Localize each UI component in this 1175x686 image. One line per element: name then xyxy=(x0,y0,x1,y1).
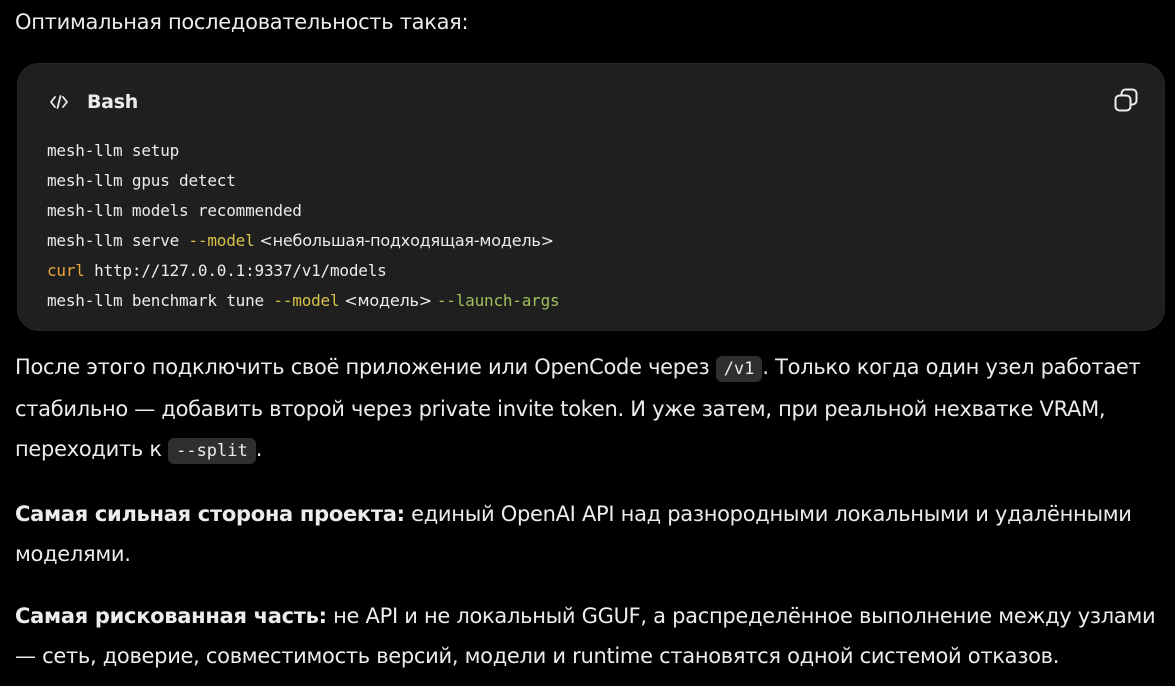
code-token: mesh-llm serve xyxy=(47,231,189,250)
code-line: mesh-llm benchmark tune --model <модель>… xyxy=(47,286,560,316)
code-block: Bash mesh-llm setup mesh-llm gpus detect m… xyxy=(17,63,1165,331)
code-line: mesh-llm serve --model <небольшая-подход… xyxy=(47,226,559,256)
inline-code-v1: /v1 xyxy=(715,356,763,382)
code-line: mesh-llm gpus detect xyxy=(47,166,559,196)
code-token: mesh-llm benchmark tune xyxy=(47,291,274,310)
text-span: не API и не локальный GGUF, а распределё… xyxy=(326,604,1156,628)
copy-button[interactable] xyxy=(1112,86,1140,114)
paragraph-line: Самая рискованная часть: не API и не лок… xyxy=(15,596,1173,636)
text-span: После этого подключить своё приложение и… xyxy=(15,355,716,379)
code-token-orange: curl xyxy=(47,261,85,280)
code-header: Bash xyxy=(48,87,138,117)
paragraph-risk: Самая рискованная часть: не API и не лок… xyxy=(15,596,1173,676)
code-token: <модель> xyxy=(339,291,437,310)
text-span: . xyxy=(255,437,263,461)
paragraph-strength: Самая сильная сторона проекта: единый Op… xyxy=(15,494,1173,574)
intro-text: Оптимальная последовательность такая: xyxy=(15,10,469,34)
text-span: переходить к xyxy=(15,437,169,461)
text-span: . Только когда один узел работает xyxy=(762,355,1141,379)
code-icon xyxy=(48,91,70,113)
code-token-yellow: --model xyxy=(188,231,255,250)
paragraph-line: — сеть, доверие, совместимость версий, м… xyxy=(15,644,1060,668)
code-line: mesh-llm models recommended xyxy=(47,196,559,226)
text-span: единый OpenAI API над разнородными локал… xyxy=(404,502,1132,526)
code-token: <небольшая-подходящая-модель> xyxy=(254,231,554,250)
code-token: http://127.0.0.1:9337/v1/models xyxy=(84,261,387,280)
code-token: mesh-llm models recommended xyxy=(47,201,302,220)
inline-code-split: --split xyxy=(168,438,256,464)
risk-label: Самая рискованная часть: xyxy=(15,604,327,628)
code-token-yellow: --model xyxy=(273,291,340,310)
paragraph-line: После этого подключить своё приложение и… xyxy=(15,347,1173,389)
code-line: curl http://127.0.0.1:9337/v1/models xyxy=(47,256,559,286)
code-line: mesh-llm setup xyxy=(47,136,559,166)
paragraph-line: Самая сильная сторона проекта: единый Op… xyxy=(15,494,1173,534)
copy-icon xyxy=(1113,87,1139,113)
code-token-green: --launch-args xyxy=(436,291,560,310)
code-language-label: Bash xyxy=(87,91,138,113)
code-token: mesh-llm gpus detect xyxy=(47,171,236,190)
paragraph-line: стабильно — добавить второй через privat… xyxy=(15,397,1106,421)
paragraph-line: переходить к --split. xyxy=(15,429,1173,471)
paragraph-line: моделями. xyxy=(15,542,131,566)
strength-label: Самая сильная сторона проекта: xyxy=(15,502,405,526)
code-content: mesh-llm setup mesh-llm gpus detect mesh-l… xyxy=(47,136,560,316)
code-token: mesh-llm setup xyxy=(47,141,180,160)
paragraph-next-steps: После этого подключить своё приложение и… xyxy=(15,347,1173,471)
